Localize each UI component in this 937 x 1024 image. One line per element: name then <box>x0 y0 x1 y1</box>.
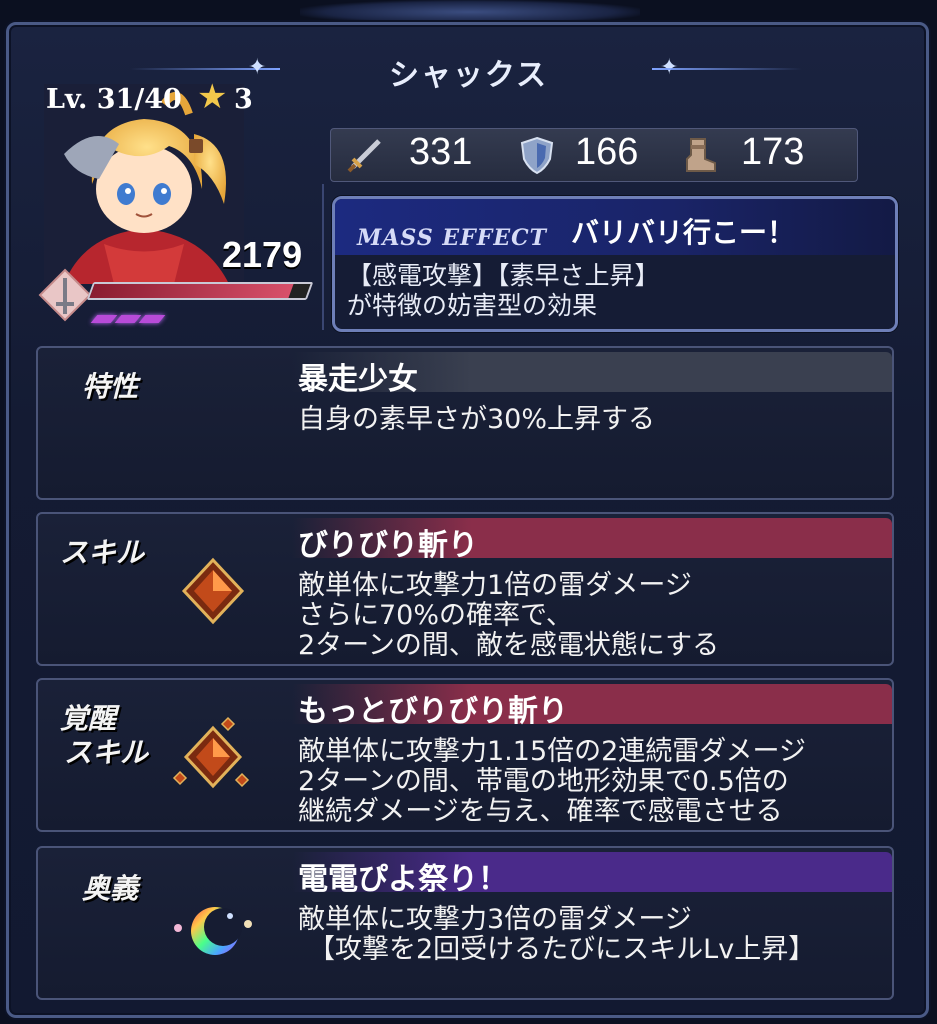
awakened-skill-name: もっとびりびり斬り <box>298 694 568 729</box>
awakened-skill-desc-line: 2ターンの間、帯電の地形効果で0.5倍の <box>298 766 789 797</box>
hp-bar <box>86 282 314 300</box>
mass-effect-desc-line: が特徴の妨害型の効果 <box>347 291 598 320</box>
awakened-skill-label-line: 覚醒 <box>60 702 117 735</box>
skill-name: びりびり斬り <box>298 528 478 563</box>
awakened-skill-label: 覚醒 スキル <box>60 702 148 770</box>
thunder-crystal-icon[interactable] <box>178 556 248 626</box>
speed-value: 173 <box>741 131 805 173</box>
ultimate-name: 電電ぴよ祭り！ <box>298 862 508 897</box>
skill-panel: スキル びりびり斬り 敵単体に攻撃力1倍の雷ダメージ さらに70%の確率で、 2… <box>36 512 894 666</box>
sword-class-icon <box>38 268 92 322</box>
skill-desc-line: さらに70%の確率で、 <box>298 600 573 631</box>
stats-bar: 331 166 173 <box>330 128 858 182</box>
mass-effect-name: バリバリ行こー！ <box>571 216 796 249</box>
star-icon: ★ <box>197 77 228 117</box>
mass-effect-panel[interactable]: MASS EFFECT バリバリ行こー！ 【感電攻撃】【素早さ上昇】 が特徴の妨… <box>332 196 898 332</box>
defense-value: 166 <box>575 131 639 173</box>
star-rank: 3 <box>234 84 253 115</box>
skill-desc-line: 敵単体に攻撃力1倍の雷ダメージ <box>298 570 692 601</box>
hp-value: 2179 <box>222 234 303 275</box>
charge-pip <box>138 315 166 323</box>
trait-desc-line: 自身の素早さが30%上昇する <box>298 404 656 435</box>
rainbow-moon-icon[interactable] <box>170 896 260 966</box>
skill-label: スキル <box>60 536 145 569</box>
awakened-skill-desc-line: 継続ダメージを与え、確率で感電させる <box>298 796 783 827</box>
level-indicator: Lv. 31/40 <box>46 84 182 115</box>
title-line-right <box>652 68 802 70</box>
trait-name: 暴走少女 <box>298 362 418 397</box>
top-ornament <box>300 0 640 24</box>
skill-desc-line: 2ターンの間、敵を感電状態にする <box>298 630 720 661</box>
charge-pip <box>114 315 142 323</box>
ultimate-label: 奥義 <box>82 872 139 905</box>
awakened-skill-label-line: スキル <box>64 736 149 769</box>
ultimate-desc-line: 【攻撃を2回受けるたびにスキルLv上昇】 <box>308 934 816 965</box>
sword-icon <box>347 139 381 173</box>
charge-pip <box>90 315 118 323</box>
ultimate-desc-line: 敵単体に攻撃力3倍の雷ダメージ <box>298 904 692 935</box>
awakened-skill-panel: 覚醒 スキル もっとびりびり斬り 敵単体に攻撃力1.15倍の2連続雷ダメージ 2… <box>36 678 894 832</box>
ultimate-panel: 奥義 電電ぴよ祭り！ 敵単体に攻撃力3倍の雷ダメージ 【攻撃を2回受けるたびにス… <box>36 846 894 1000</box>
awakened-skill-desc-line: 敵単体に攻撃力1.15倍の2連続雷ダメージ <box>298 736 806 767</box>
mass-effect-desc-line: 【感電攻撃】【素早さ上昇】 <box>347 261 660 290</box>
shield-icon <box>520 136 554 175</box>
divider <box>322 184 324 330</box>
trait-panel: 特性 暴走少女 自身の素早さが30%上昇する <box>36 346 894 500</box>
attack-value: 331 <box>409 131 473 173</box>
charge-gauge <box>90 308 166 327</box>
hp-bar-fill <box>89 284 294 298</box>
awakened-crystal-icon[interactable] <box>170 714 256 800</box>
mass-effect-label: MASS EFFECT <box>357 225 548 251</box>
trait-label: 特性 <box>82 370 139 403</box>
mass-effect-description: 【感電攻撃】【素早さ上昇】 が特徴の妨害型の効果 <box>347 261 660 321</box>
boot-icon <box>686 138 716 172</box>
